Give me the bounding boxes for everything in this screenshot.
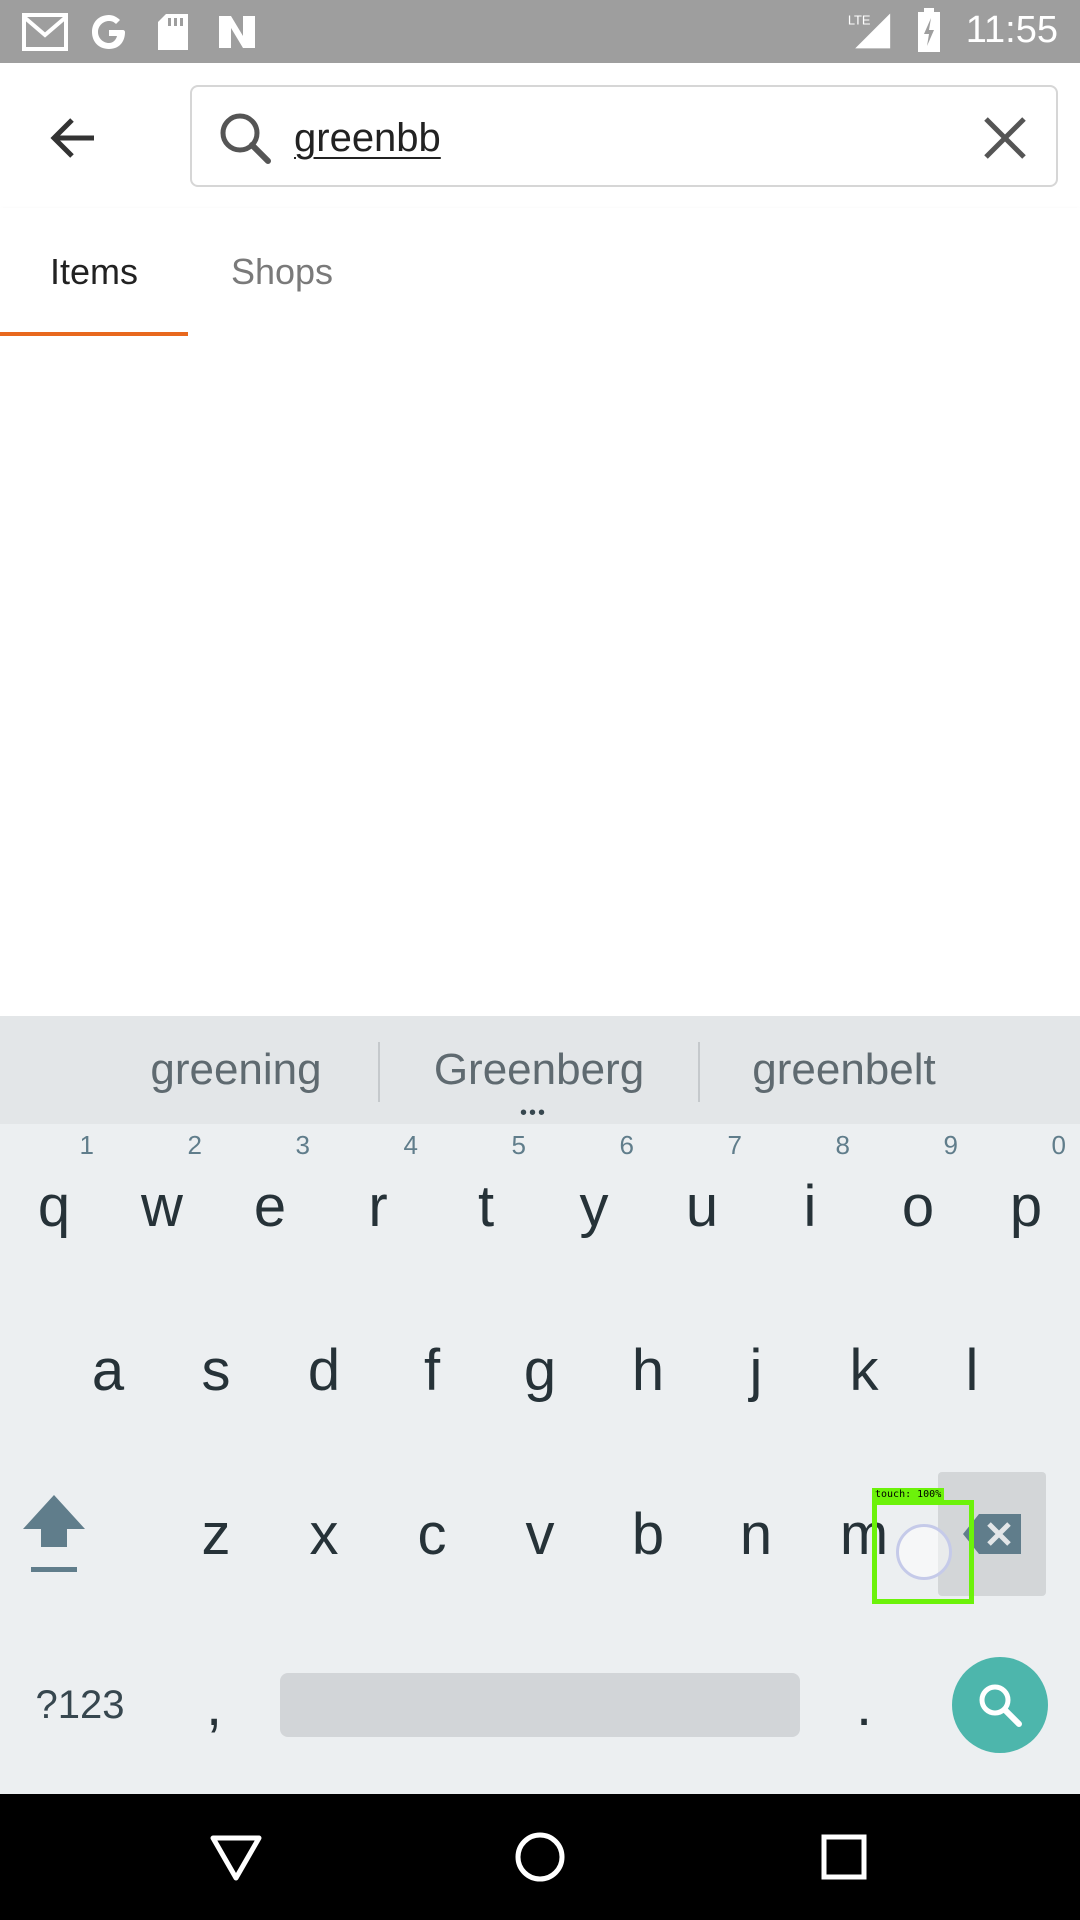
search-box[interactable]	[190, 85, 1058, 187]
key-s[interactable]: s	[162, 1288, 270, 1452]
battery-charging-icon	[906, 8, 952, 52]
key-x[interactable]: x	[270, 1452, 378, 1616]
nav-back-button[interactable]	[196, 1820, 276, 1894]
key-y[interactable]: y6	[540, 1124, 648, 1288]
tab-bar: Items Shops	[0, 208, 1080, 336]
n-icon	[214, 10, 260, 54]
nav-back-icon	[210, 1835, 262, 1881]
key-t[interactable]: t5	[432, 1124, 540, 1288]
clear-search-button[interactable]	[976, 109, 1034, 167]
key-z[interactable]: z	[162, 1452, 270, 1616]
keyboard-search-button[interactable]	[940, 1616, 1060, 1794]
key-l[interactable]: l	[918, 1288, 1026, 1452]
key-g[interactable]: g	[486, 1288, 594, 1452]
key-i[interactable]: i8	[756, 1124, 864, 1288]
more-suggestions-icon: •••	[520, 1102, 548, 1124]
key-j[interactable]: j	[702, 1288, 810, 1452]
nav-recents-icon	[821, 1834, 867, 1880]
key-q[interactable]: q1	[0, 1124, 108, 1288]
navigation-bar	[0, 1794, 1080, 1920]
tab-shops[interactable]: Shops	[188, 208, 376, 336]
symbols-key[interactable]: ?123	[0, 1616, 160, 1794]
key-c[interactable]: c	[378, 1452, 486, 1616]
key-u[interactable]: u7	[648, 1124, 756, 1288]
suggestion-divider	[698, 1042, 700, 1102]
key-r[interactable]: r4	[324, 1124, 432, 1288]
shift-icon	[23, 1495, 85, 1572]
touch-point	[896, 1524, 952, 1580]
search-icon	[220, 113, 271, 164]
key-v[interactable]: v	[486, 1452, 594, 1616]
shift-key[interactable]	[0, 1452, 108, 1616]
search-icon	[979, 1684, 1022, 1727]
comma-key[interactable]: ,	[160, 1616, 268, 1794]
suggestion-3[interactable]: greenbelt	[704, 1016, 984, 1124]
period-key[interactable]: .	[810, 1616, 918, 1794]
key-k[interactable]: k	[810, 1288, 918, 1452]
key-o[interactable]: o9	[864, 1124, 972, 1288]
search-header	[0, 63, 1080, 208]
gmail-icon	[22, 10, 68, 54]
keyboard-search-circle	[952, 1657, 1048, 1753]
suggestion-1[interactable]: greening	[100, 1016, 372, 1124]
suggestion-bar: greening Greenberg greenbelt •••	[0, 1016, 1080, 1124]
close-icon	[984, 117, 1026, 159]
nav-recents-button[interactable]	[804, 1820, 884, 1894]
space-bar	[280, 1673, 800, 1737]
key-f[interactable]: f	[378, 1288, 486, 1452]
nav-home-icon	[515, 1832, 565, 1882]
key-a[interactable]: a	[54, 1288, 162, 1452]
soft-keyboard: greening Greenberg greenbelt ••• q1 w2 e…	[0, 1016, 1080, 1794]
key-d[interactable]: d	[270, 1288, 378, 1452]
key-w[interactable]: w2	[108, 1124, 216, 1288]
sd-card-icon	[150, 10, 196, 54]
key-n[interactable]: n	[702, 1452, 810, 1616]
key-h[interactable]: h	[594, 1288, 702, 1452]
lte-signal-icon: LTE	[846, 8, 892, 52]
search-input[interactable]	[294, 109, 954, 167]
key-b[interactable]: b	[594, 1452, 702, 1616]
back-button[interactable]	[38, 103, 108, 173]
status-time: 11:55	[965, 8, 1058, 51]
key-p[interactable]: p0	[972, 1124, 1080, 1288]
status-bar: LTE 11:55	[0, 0, 1080, 63]
svg-text:LTE: LTE	[848, 12, 871, 27]
space-key[interactable]	[280, 1616, 800, 1794]
nav-home-button[interactable]	[500, 1820, 580, 1894]
tab-items[interactable]: Items	[0, 208, 188, 336]
results-area	[0, 336, 1080, 1016]
arrow-back-icon	[50, 118, 94, 158]
key-e[interactable]: e3	[216, 1124, 324, 1288]
google-icon	[86, 10, 132, 54]
